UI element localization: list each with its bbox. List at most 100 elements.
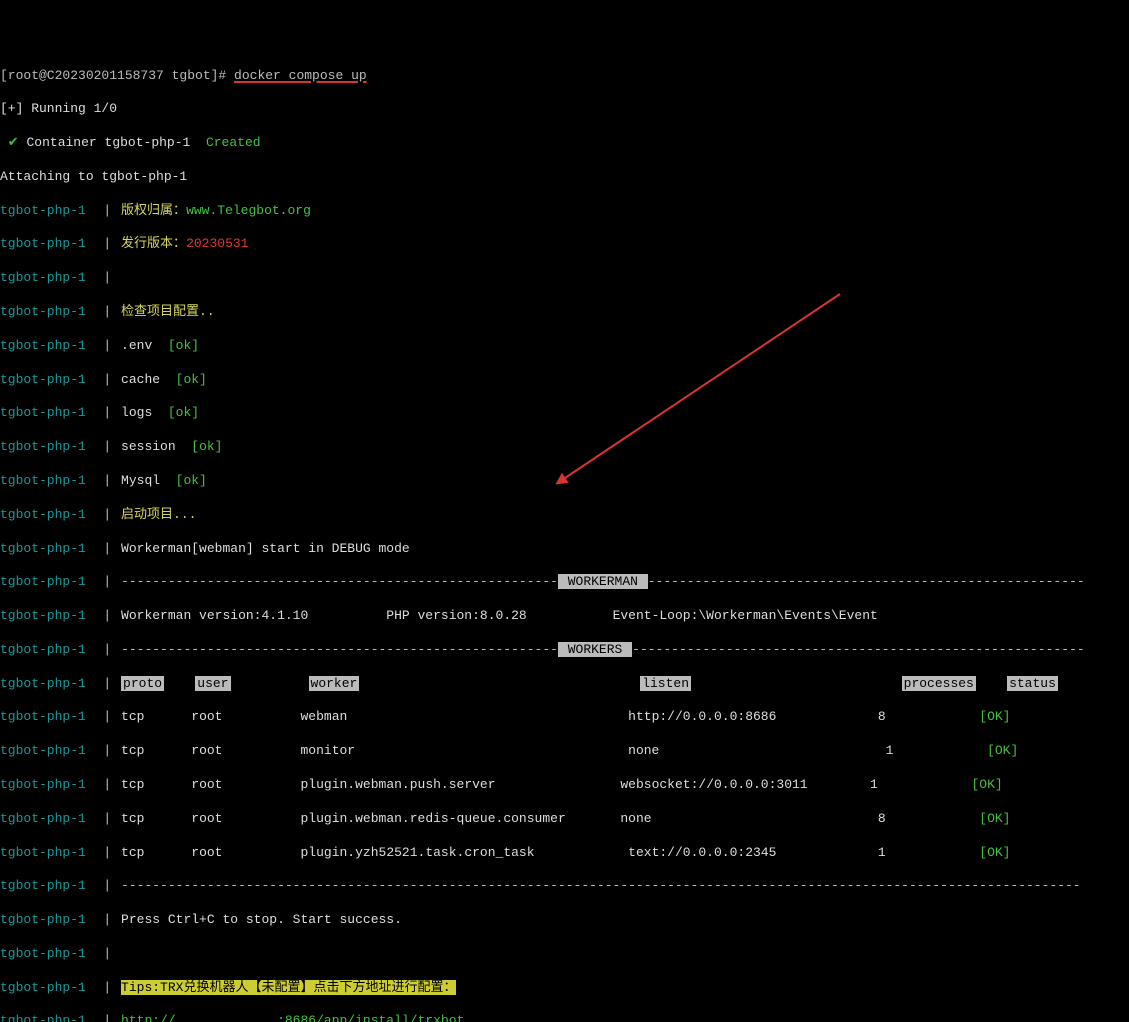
- td-status: [OK]: [979, 845, 1010, 860]
- workerman-header: WORKERMAN: [558, 574, 648, 589]
- attaching-line: Attaching to tgbot-php-1: [0, 169, 1129, 186]
- release-label: 发行版本：: [121, 236, 186, 251]
- td-proto: tcp: [121, 709, 144, 724]
- td-listen: none: [620, 811, 651, 826]
- log-prefix: tgbot-php-1: [0, 1013, 86, 1022]
- shell-prompt: [root@C20230201158737 tgbot]#: [0, 68, 234, 83]
- log-prefix: tgbot-php-1: [0, 912, 86, 927]
- td-user: root: [191, 845, 222, 860]
- th-worker: worker: [309, 676, 360, 691]
- td-user: root: [191, 777, 222, 792]
- workerman-version: Workerman version:4.1.10: [121, 608, 308, 623]
- log-prefix: tgbot-php-1: [0, 203, 86, 218]
- pipe-separator: |: [88, 372, 119, 387]
- log-prefix: tgbot-php-1: [0, 608, 86, 623]
- logs-ok: [ok]: [168, 405, 199, 420]
- pipe-separator: |: [88, 777, 119, 792]
- separator-dash: ----------------------------------------…: [632, 642, 1084, 657]
- session-label: session: [121, 439, 191, 454]
- log-prefix: tgbot-php-1: [0, 372, 86, 387]
- cache-ok: [ok]: [176, 372, 207, 387]
- copyright-label: 版权归属：: [121, 203, 186, 218]
- session-ok: [ok]: [191, 439, 222, 454]
- table-row: tgbot-php-1 | tcp root monitor none 1 [O…: [0, 743, 1129, 760]
- td-processes: 8: [878, 709, 886, 724]
- log-prefix: tgbot-php-1: [0, 541, 86, 556]
- check-icon: ✔: [0, 135, 27, 150]
- log-prefix: tgbot-php-1: [0, 811, 86, 826]
- pipe-separator: |: [88, 642, 119, 657]
- check-config: 检查项目配置..: [121, 304, 215, 319]
- log-prefix: tgbot-php-1: [0, 574, 86, 589]
- config-url-scheme[interactable]: http://: [121, 1013, 176, 1022]
- log-prefix: tgbot-php-1: [0, 676, 86, 691]
- th-user: user: [195, 676, 230, 691]
- pipe-separator: |: [88, 980, 119, 995]
- log-prefix: tgbot-php-1: [0, 338, 86, 353]
- pipe-separator: |: [88, 811, 119, 826]
- td-proto: tcp: [121, 845, 144, 860]
- tips-text: Tips:TRX兑换机器人【未配置】点击下方地址进行配置：: [121, 980, 456, 995]
- start-project: 启动项目...: [121, 507, 196, 522]
- td-status: [OK]: [987, 743, 1018, 758]
- pipe-separator: |: [88, 676, 119, 691]
- table-row: tgbot-php-1 | tcp root plugin.webman.pus…: [0, 777, 1129, 794]
- td-worker: plugin.yzh52521.task.cron_task: [301, 845, 535, 860]
- container-status: Created: [206, 135, 261, 150]
- separator-dash: ----------------------------------------…: [121, 642, 558, 657]
- td-processes: 1: [878, 845, 886, 860]
- command-input[interactable]: docker compose up: [234, 68, 367, 83]
- th-proto: proto: [121, 676, 164, 691]
- mysql-ok: [ok]: [176, 473, 207, 488]
- log-prefix: tgbot-php-1: [0, 405, 86, 420]
- td-status: [OK]: [979, 709, 1010, 724]
- log-prefix: tgbot-php-1: [0, 642, 86, 657]
- log-prefix: tgbot-php-1: [0, 439, 86, 454]
- log-prefix: tgbot-php-1: [0, 980, 86, 995]
- table-row: tgbot-php-1 | tcp root plugin.yzh52521.t…: [0, 845, 1129, 862]
- th-status: status: [1007, 676, 1058, 691]
- td-listen: http://0.0.0.0:8686: [628, 709, 776, 724]
- log-prefix: tgbot-php-1: [0, 845, 86, 860]
- log-prefix: tgbot-php-1: [0, 507, 86, 522]
- pipe-separator: |: [88, 473, 119, 488]
- td-user: root: [191, 709, 222, 724]
- td-listen: none: [628, 743, 659, 758]
- table-row: tgbot-php-1 | tcp root plugin.webman.red…: [0, 811, 1129, 828]
- td-user: root: [191, 811, 222, 826]
- log-prefix: tgbot-php-1: [0, 236, 86, 251]
- pipe-separator: |: [88, 439, 119, 454]
- th-processes: processes: [902, 676, 976, 691]
- pipe-separator: |: [88, 236, 119, 251]
- table-header-row: tgbot-php-1 | proto user worker listen p…: [0, 676, 1129, 693]
- pipe-separator: |: [88, 709, 119, 724]
- pipe-separator: |: [88, 574, 119, 589]
- td-status: [OK]: [979, 811, 1010, 826]
- td-worker: plugin.webman.redis-queue.consumer: [301, 811, 566, 826]
- config-url-path[interactable]: :8686/app/install/trxbot: [277, 1013, 464, 1022]
- td-processes: 8: [878, 811, 886, 826]
- pipe-separator: |: [88, 845, 119, 860]
- copyright-url[interactable]: www.Telegbot.org: [186, 203, 311, 218]
- pipe-separator: |: [88, 304, 119, 319]
- td-worker: plugin.webman.push.server: [301, 777, 496, 792]
- pipe-separator: |: [88, 878, 119, 893]
- pipe-separator: |: [88, 1013, 119, 1022]
- pipe-separator: |: [88, 270, 119, 285]
- pipe-separator: |: [88, 743, 119, 758]
- td-processes: 1: [870, 777, 878, 792]
- container-name: Container tgbot-php-1: [27, 135, 206, 150]
- log-prefix: tgbot-php-1: [0, 304, 86, 319]
- log-prefix: tgbot-php-1: [0, 946, 86, 961]
- php-version: PHP version:8.0.28: [386, 608, 526, 623]
- log-prefix: tgbot-php-1: [0, 743, 86, 758]
- running-status: [+] Running 1/0: [0, 101, 1129, 118]
- pipe-separator: |: [88, 541, 119, 556]
- td-user: root: [191, 743, 222, 758]
- annotation-arrow-icon: [502, 290, 844, 490]
- td-status: [OK]: [971, 777, 1002, 792]
- table-row: tgbot-php-1 | tcp root webman http://0.0…: [0, 709, 1129, 726]
- separator-dash: ----------------------------------------…: [121, 574, 558, 589]
- pipe-separator: |: [88, 912, 119, 927]
- td-processes: 1: [886, 743, 894, 758]
